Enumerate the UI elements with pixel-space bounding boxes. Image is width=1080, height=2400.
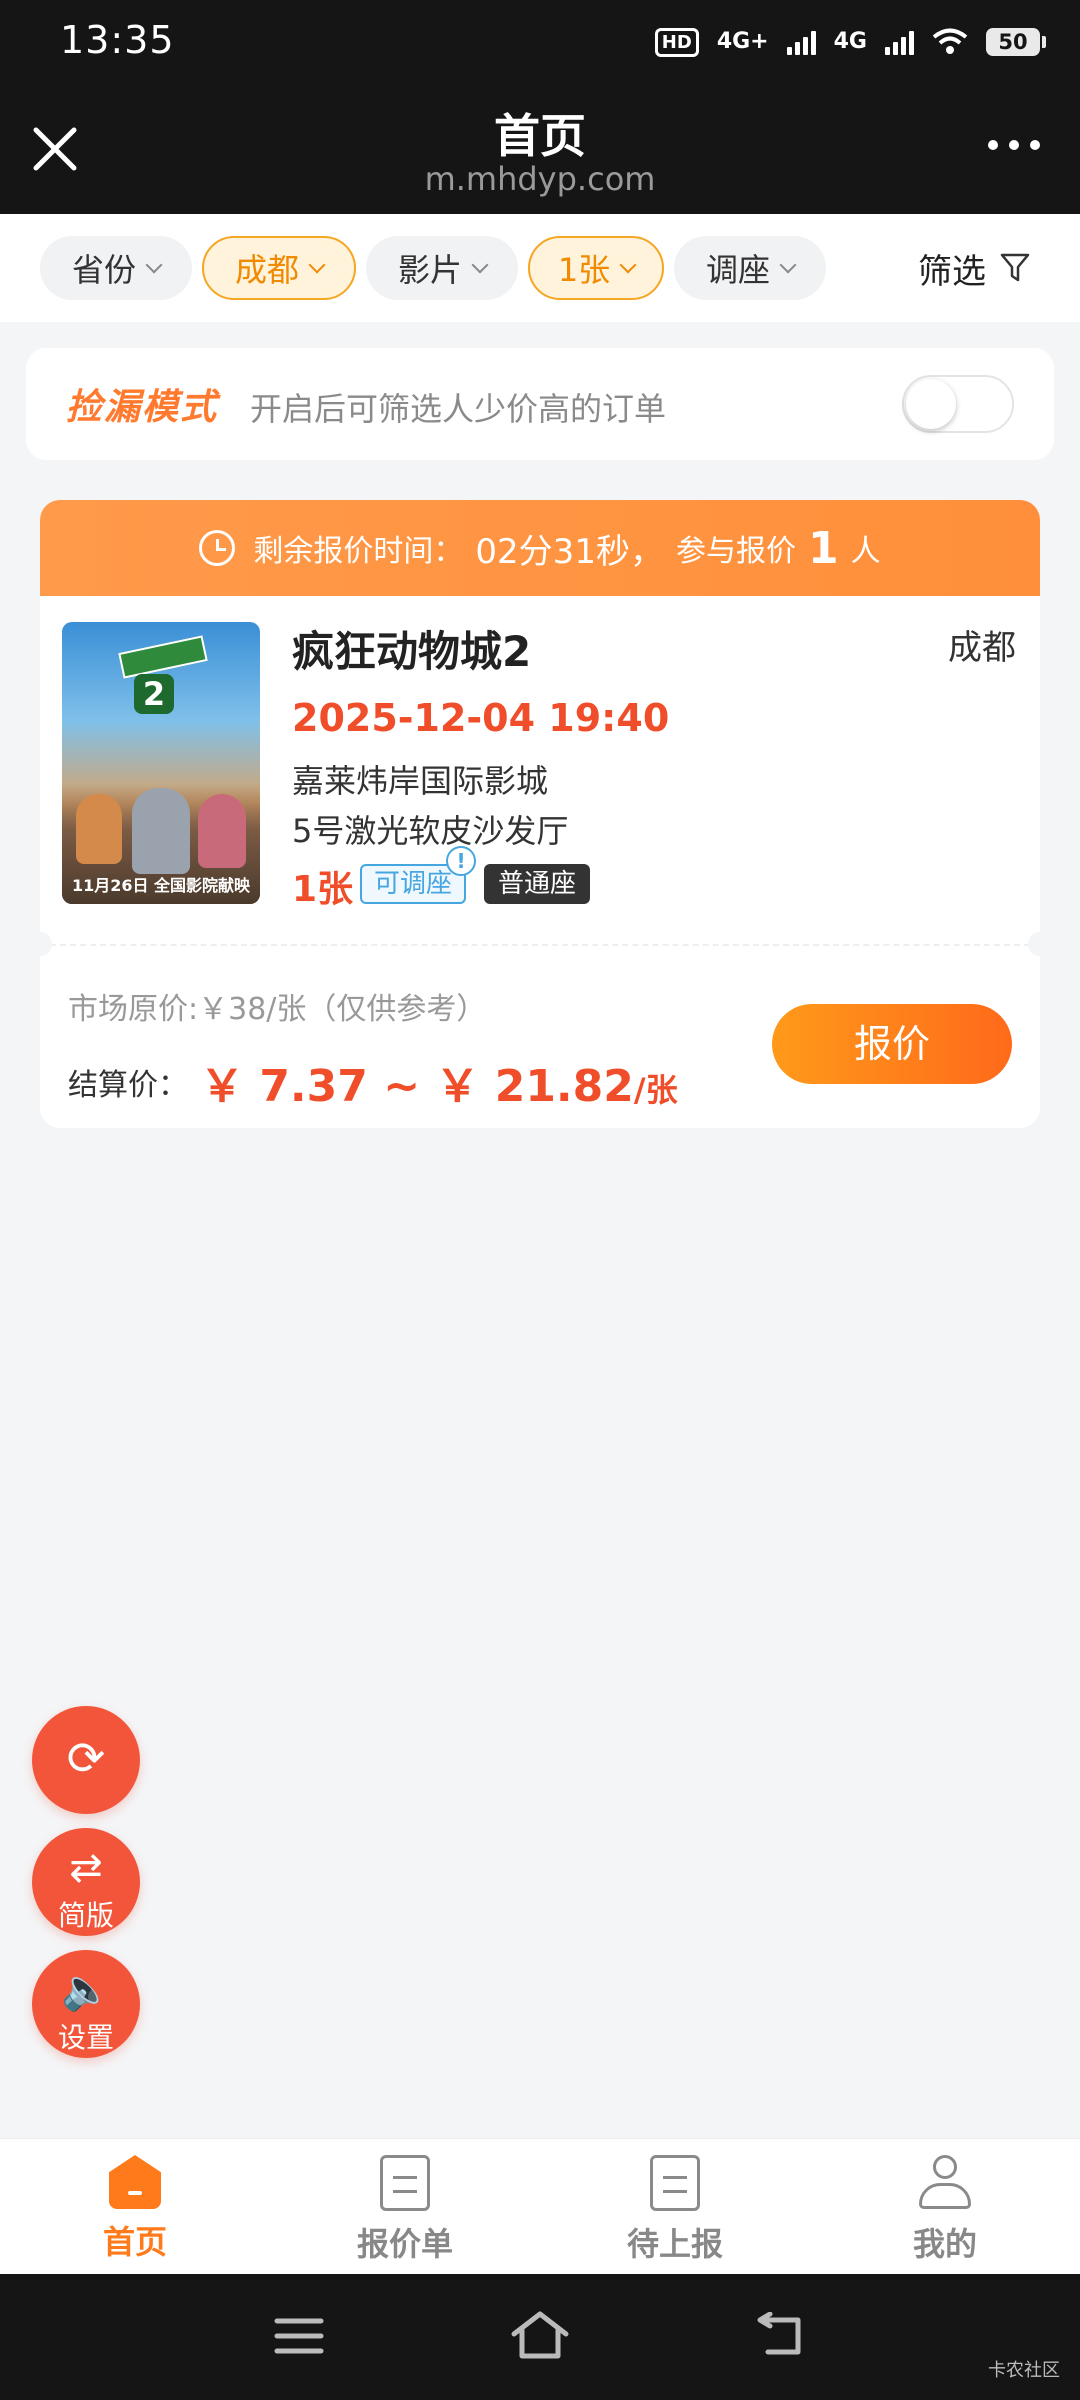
- quote-button[interactable]: 报价: [772, 1004, 1012, 1084]
- nav-label: 报价单: [356, 2225, 453, 2263]
- poster-number: 2: [134, 674, 174, 714]
- chip-label: 1张: [557, 251, 611, 289]
- poster-sign: [118, 635, 208, 679]
- refresh-icon: ⟳: [66, 1731, 106, 1785]
- battery-icon: 50: [986, 28, 1046, 56]
- chip-label: 成都: [234, 251, 299, 289]
- pick-mode-card: 捡漏模式 开启后可筛选人少价高的订单: [26, 348, 1054, 460]
- filter-button[interactable]: 筛选: [918, 236, 1030, 300]
- title-bar: 首页 m.mhdyp.com: [0, 84, 1080, 214]
- bottom-nav: 首页 报价单 待上报 我的: [0, 2138, 1080, 2274]
- more-icon[interactable]: [988, 140, 1040, 150]
- filter-chip-city[interactable]: 成都: [202, 236, 356, 300]
- chevron-down-icon: [308, 256, 326, 274]
- filter-chip-movie[interactable]: 影片: [366, 236, 518, 300]
- clock-icon: [199, 530, 236, 566]
- pick-mode-desc: 开启后可筛选人少价高的订单: [250, 390, 667, 428]
- status-bar: 13:35 HD 4G+ 4G 50: [0, 0, 1080, 84]
- filter-label: 筛选: [918, 251, 986, 292]
- filter-chip-tickets[interactable]: 1张: [528, 236, 664, 300]
- signal-icon: [786, 29, 816, 55]
- pick-mode-title: 捡漏模式: [66, 387, 219, 428]
- person-icon: [917, 2155, 973, 2211]
- status-time: 13:35: [60, 18, 175, 62]
- card-divider: [40, 944, 1040, 946]
- show-datetime: 2025-12-04 19:40: [292, 696, 670, 740]
- poster-figure: [76, 794, 122, 864]
- participants-count: 1: [807, 522, 839, 574]
- chip-label: 调座: [705, 251, 770, 289]
- filter-icon: [1000, 253, 1030, 282]
- page-title: 首页: [494, 109, 586, 163]
- settle-price-range: ￥ 7.37 ~ ￥ 21.82: [200, 1061, 634, 1112]
- countdown-label: 剩余报价时间：: [253, 534, 464, 569]
- filter-bar: 省份 成都 影片 1张 调座 筛选: [0, 214, 1080, 322]
- poster-figure: [132, 788, 190, 874]
- nav-item-quotes[interactable]: 报价单: [305, 2155, 505, 2265]
- home-nav-icon[interactable]: [510, 2310, 570, 2360]
- toggle-knob: [906, 379, 956, 429]
- watermark: 卡农社区: [988, 2360, 1060, 2381]
- chevron-down-icon: [145, 256, 163, 274]
- nav-label: 待上报: [626, 2225, 723, 2263]
- nav-label: 我的: [912, 2225, 977, 2263]
- document-icon: [380, 2155, 430, 2211]
- ticket-count: 1张: [292, 869, 354, 910]
- countdown-time: 02分31秒，: [475, 531, 664, 572]
- refresh-button[interactable]: ⟳: [32, 1706, 140, 1814]
- speaker-icon: 🔈: [61, 1967, 111, 2013]
- nav-item-pending[interactable]: 待上报: [575, 2155, 775, 2265]
- info-icon[interactable]: !: [446, 846, 476, 876]
- document-icon: [650, 2155, 700, 2211]
- nav-item-mine[interactable]: 我的: [845, 2155, 1045, 2265]
- swap-icon: ⇄: [69, 1845, 103, 1891]
- filter-chip-province[interactable]: 省份: [40, 236, 192, 300]
- hd-icon: HD: [654, 27, 699, 57]
- network-4g-plus-label: 4G+: [716, 29, 769, 54]
- status-icons: HD 4G+ 4G 50: [654, 22, 1046, 62]
- nav-label: 首页: [102, 2223, 167, 2261]
- chevron-down-icon: [779, 256, 797, 274]
- chip-label: 省份: [71, 251, 136, 289]
- wifi-icon: [932, 28, 968, 54]
- menu-icon[interactable]: [274, 2316, 324, 2356]
- card-notch: [1028, 932, 1040, 956]
- movie-poster[interactable]: 2 11月26日 全国影院献映: [62, 622, 260, 904]
- network-4g-label: 4G: [833, 29, 867, 54]
- home-icon: [109, 2155, 161, 2209]
- order-card[interactable]: 剩余报价时间： 02分31秒， 参与报价 1 人 2 11月26日 全国影院献映…: [40, 500, 1040, 1128]
- simple-mode-button[interactable]: ⇄ 简版: [32, 1828, 140, 1936]
- page-url: m.mhdyp.com: [424, 160, 656, 198]
- pick-mode-toggle[interactable]: [902, 375, 1014, 433]
- market-price: 市场原价:￥38/张（仅供参考）: [68, 992, 487, 1027]
- cinema-name: 嘉莱炜岸国际影城: [292, 762, 549, 800]
- order-city: 成都: [948, 628, 1016, 668]
- chip-label: 影片: [397, 251, 462, 289]
- nav-item-home[interactable]: 首页: [35, 2155, 235, 2263]
- settle-price: ￥ 7.37 ~ ￥ 21.82/张: [200, 1050, 678, 1114]
- participants-label: 参与报价: [675, 534, 796, 569]
- system-nav-bar: 卡农社区: [0, 2274, 1080, 2400]
- chevron-down-icon: [619, 256, 637, 274]
- back-icon[interactable]: [754, 2312, 806, 2358]
- settle-price-unit: /张: [633, 1071, 678, 1109]
- order-countdown-header: 剩余报价时间： 02分31秒， 参与报价 1 人: [40, 500, 1040, 596]
- poster-figure: [198, 794, 246, 868]
- simple-mode-label: 简版: [57, 1899, 114, 1932]
- card-notch: [40, 932, 52, 956]
- tag-normal-seat: 普通座: [484, 864, 591, 904]
- movie-title: 疯狂动物城2: [292, 627, 532, 676]
- settle-price-label: 结算价：: [68, 1068, 188, 1103]
- chevron-down-icon: [471, 256, 489, 274]
- filter-chip-seat-adjust[interactable]: 调座: [674, 236, 826, 300]
- participants-suffix: 人: [850, 534, 881, 569]
- settings-label: 设置: [57, 2021, 114, 2054]
- signal-icon: [885, 29, 914, 55]
- settings-button[interactable]: 🔈 设置: [32, 1950, 140, 2058]
- hall-name: 5号激光软皮沙发厅: [292, 812, 569, 850]
- poster-date: 11月26日 全国影院献映: [71, 876, 251, 895]
